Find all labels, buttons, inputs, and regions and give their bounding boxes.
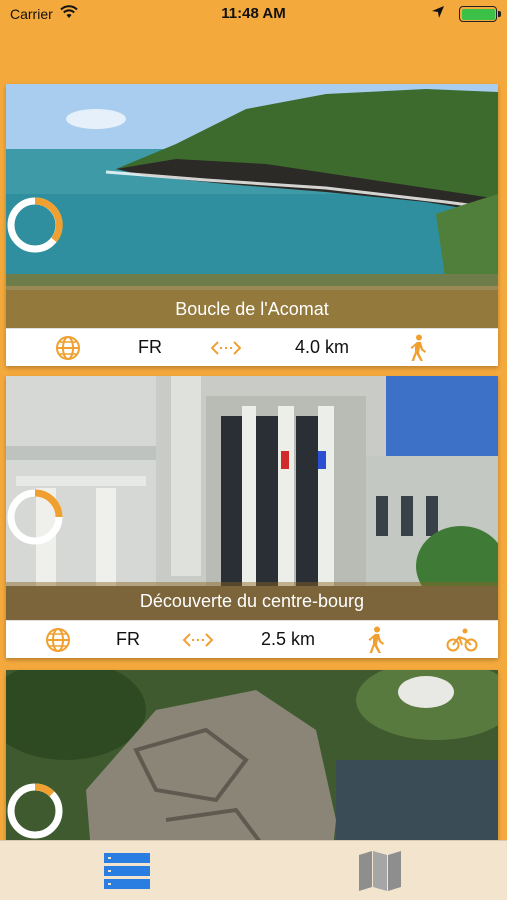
trail-photo: Boucle de l'Acomat xyxy=(6,84,498,328)
distance-arrows-icon xyxy=(170,339,282,357)
trail-info-row: FR 4.0 km xyxy=(6,328,498,366)
trail-photo xyxy=(6,670,498,840)
trail-list[interactable]: Boucle de l'Acomat FR 4.0 km Découverte … xyxy=(0,78,507,840)
trail-photo: Découverte du centre-bourg xyxy=(6,376,498,620)
distance-arrows-icon xyxy=(146,631,250,649)
trail-distance: 2.5 km xyxy=(260,629,316,649)
progress-ring-icon xyxy=(7,783,63,839)
list-icon xyxy=(104,853,150,889)
tab-bar xyxy=(0,840,507,900)
tab-map[interactable] xyxy=(320,841,440,900)
trail-card[interactable]: Découverte du centre-bourg FR 2.5 km xyxy=(6,376,498,658)
tab-list[interactable] xyxy=(67,841,187,900)
trail-card[interactable] xyxy=(6,670,498,840)
progress-ring-icon xyxy=(7,489,63,545)
navigation-header xyxy=(0,28,507,78)
trail-info-row: FR 2.5 km xyxy=(6,620,498,658)
status-bar: Carrier 11:48 AM xyxy=(0,0,507,28)
trail-language: FR xyxy=(116,629,140,649)
location-arrow-icon xyxy=(431,5,445,22)
trail-title: Boucle de l'Acomat xyxy=(6,290,498,328)
map-icon xyxy=(359,851,401,891)
walking-icon xyxy=(326,626,426,654)
globe-icon xyxy=(6,335,130,361)
trail-language: FR xyxy=(138,337,162,357)
globe-icon xyxy=(6,627,110,653)
progress-ring-icon xyxy=(7,197,63,253)
cycling-icon xyxy=(426,628,498,652)
trail-distance: 4.0 km xyxy=(294,337,350,357)
trail-title: Découverte du centre-bourg xyxy=(6,582,498,620)
walking-icon xyxy=(362,334,474,362)
battery-icon xyxy=(459,6,501,22)
trail-card[interactable]: Boucle de l'Acomat FR 4.0 km xyxy=(6,84,498,366)
